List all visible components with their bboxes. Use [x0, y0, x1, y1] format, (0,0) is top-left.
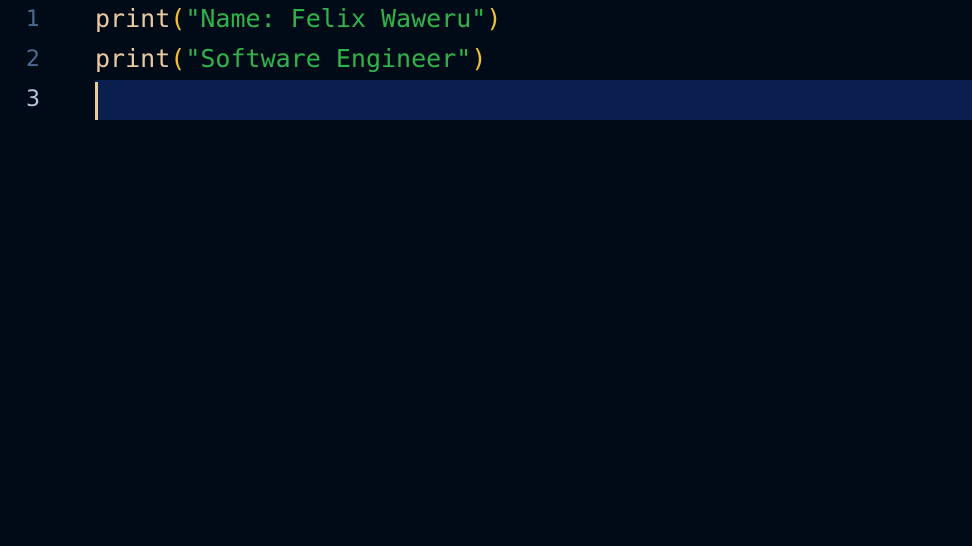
- code-line-2[interactable]: 2 print("Software Engineer"): [0, 40, 972, 80]
- string-token: "Software Engineer": [185, 44, 472, 73]
- function-token: print: [95, 44, 171, 73]
- line-number: 2: [26, 47, 40, 72]
- code-text[interactable]: print("Name: Felix Waweru"): [95, 0, 501, 38]
- paren-token: ): [471, 44, 487, 73]
- code-text[interactable]: print("Software Engineer"): [95, 40, 486, 78]
- text-cursor: [95, 82, 98, 120]
- string-token: "Name: Felix Waweru": [185, 4, 487, 33]
- paren-token: (: [170, 4, 186, 33]
- function-token: print: [95, 4, 171, 33]
- paren-token: ): [486, 4, 502, 33]
- code-line-1[interactable]: 1 print("Name: Felix Waweru"): [0, 0, 972, 40]
- current-line-highlight: [95, 80, 972, 120]
- code-editor[interactable]: 1 print("Name: Felix Waweru") 2 print("S…: [0, 0, 972, 546]
- code-line-3[interactable]: 3: [0, 80, 972, 120]
- line-number: 1: [26, 7, 40, 32]
- paren-token: (: [170, 44, 186, 73]
- line-number: 3: [26, 87, 40, 112]
